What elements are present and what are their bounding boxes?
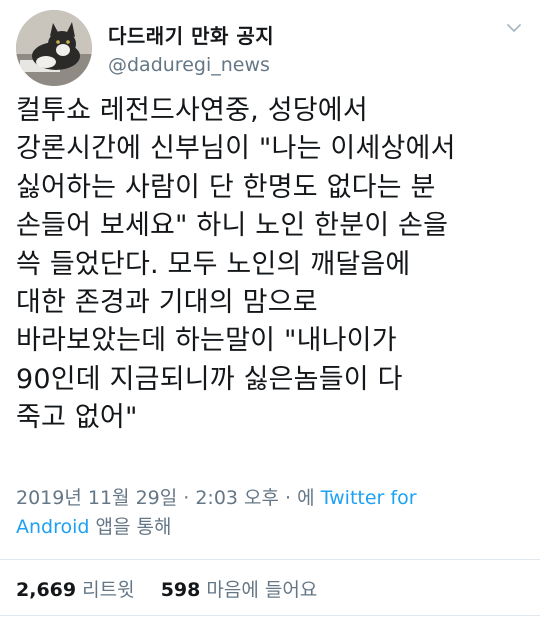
- divider: [0, 559, 540, 560]
- retweets-label[interactable]: 리트윗: [82, 579, 134, 601]
- source-link-suffix[interactable]: Android: [16, 516, 89, 538]
- tweet-stats: 2,669 리트윗 598 마음에 들어요: [16, 575, 317, 602]
- likes-count[interactable]: 598: [161, 579, 201, 601]
- tweet-card: 다드래기 만화 공지 @daduregi_news 컬투쇼 레전드사연중, 성당…: [0, 0, 540, 623]
- tweet-text-line: 싫어하는 사람이 단 한명도 없다는 분: [16, 171, 436, 203]
- tweet-text-line: 손들어 보세요" 하니 노인 한분이 손을: [16, 210, 449, 242]
- display-name[interactable]: 다드래기 만화 공지: [108, 20, 274, 49]
- chevron-down-icon[interactable]: [504, 18, 524, 38]
- user-handle[interactable]: @daduregi_news: [108, 54, 270, 76]
- tweet-text-line: 대한 존경과 기대의 맘으로: [16, 287, 318, 319]
- tweet-header: 다드래기 만화 공지 @daduregi_news: [16, 10, 524, 90]
- avatar-image: [16, 10, 92, 86]
- tweet-text-line: 죽고 없어": [16, 402, 138, 434]
- source-link-prefix[interactable]: Twitter for: [321, 487, 417, 509]
- cat-avatar-icon[interactable]: [16, 10, 92, 86]
- tweet-text-line: 90인데 지금되니까 싫은놈들이 다: [16, 363, 403, 395]
- tweet-text-line: 쓱 들었단다. 모두 노인의 깨달음에: [16, 248, 411, 280]
- tweet-text: 컬투쇼 레전드사연중, 성당에서 강론시간에 신부님이 "나는 이세상에서 싫어…: [16, 92, 526, 438]
- retweets-count[interactable]: 2,669: [16, 579, 76, 601]
- tweet-text-line: 컬투쇼 레전드사연중, 성당에서: [16, 95, 368, 126]
- divider: [0, 615, 540, 616]
- tweet-text-line: 강론시간에 신부님이 "나는 이세상에서: [16, 133, 456, 165]
- tweet-text-line: 바라보았는데 하는말이 "내나이가: [16, 325, 397, 357]
- likes-label[interactable]: 마음에 들어요: [206, 579, 317, 601]
- tweet-meta: 2019년 11월 29일 · 2:03 오후 · 에 Twitter for …: [16, 484, 524, 542]
- source-via: 앱을 통해: [95, 516, 172, 538]
- tweet-timestamp[interactable]: 2019년 11월 29일 · 2:03 오후 · 에: [16, 487, 315, 509]
